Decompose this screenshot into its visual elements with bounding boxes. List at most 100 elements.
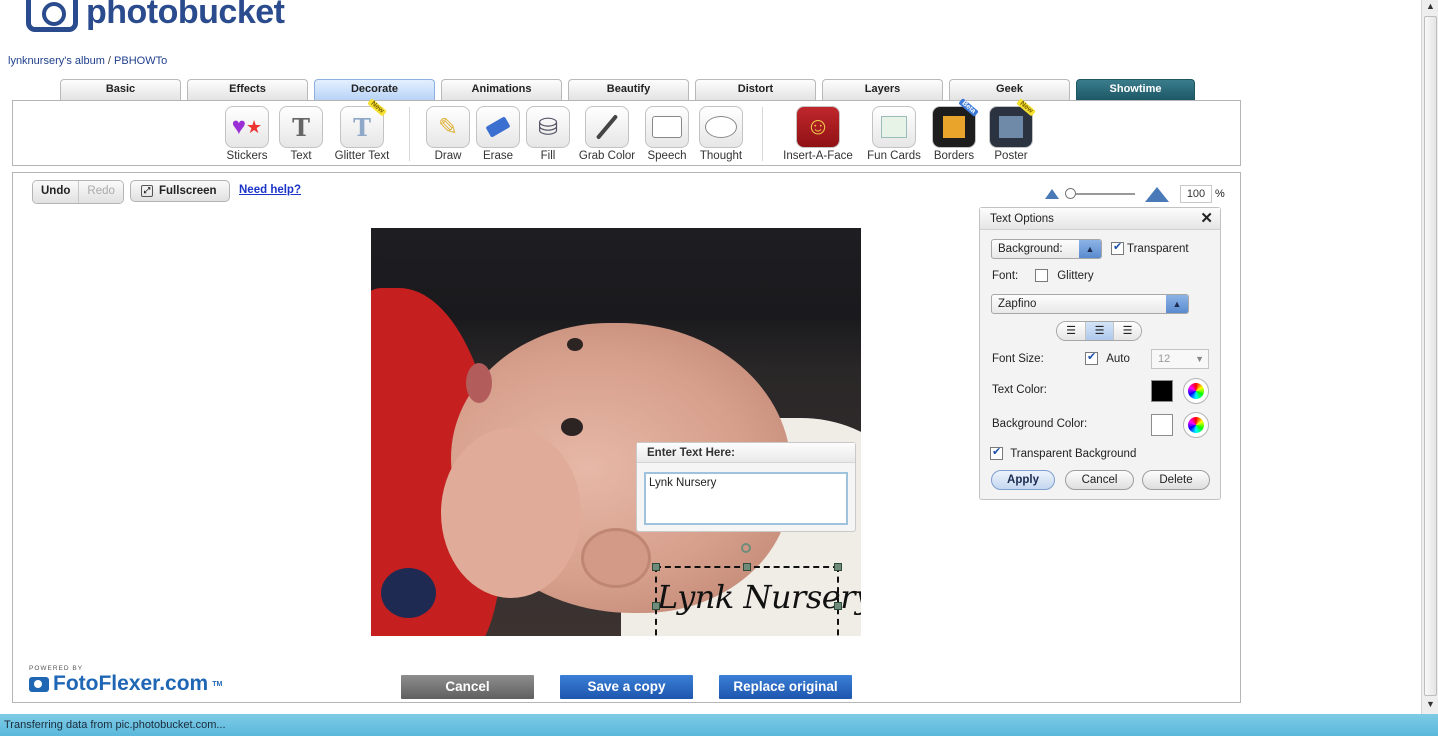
thought-tool[interactable]: Thought [686,106,756,162]
insert-a-face-tool[interactable]: ☺ Insert-A-Face [783,106,853,162]
text-color-swatch[interactable] [1151,380,1173,402]
transparent-label: Transparent [1127,243,1189,255]
status-bar: Transferring data from pic.photobucket.c… [0,714,1438,736]
page-scrollbar[interactable]: ▲ ▼ [1421,0,1438,714]
photo-navy-cloth [381,568,436,618]
powered-by-label: POWERED BY [29,665,84,672]
zoom-in-icon[interactable] [1145,186,1169,202]
auto-size-checkbox[interactable] [1085,350,1098,365]
save-copy-button[interactable]: Save a copy [560,675,693,699]
transparent-background-option[interactable]: Transparent Background [990,445,1137,460]
delete-text-button[interactable]: Delete [1142,470,1210,490]
fullscreen-icon: ⤢ [141,185,153,197]
transparent-checkbox[interactable] [1111,240,1124,255]
text-color-label: Text Color: [992,384,1047,396]
resize-handle[interactable] [834,563,842,571]
replace-original-button[interactable]: Replace original [719,675,852,699]
thought-label: Thought [699,150,743,162]
transparent-background-checkbox[interactable] [990,445,1003,460]
resize-handle[interactable] [834,602,842,610]
need-help-link[interactable]: Need help? [239,184,301,196]
toolbar-divider [409,107,410,161]
scroll-up-icon[interactable]: ▲ [1424,1,1437,14]
resize-handle[interactable] [743,563,751,571]
auto-size-label: Auto [1106,353,1130,365]
resize-handle[interactable] [652,602,660,610]
album-link[interactable]: lynknursery's album [8,55,105,67]
text-label: Text [290,150,312,162]
font-size-value: 12 [1158,353,1171,365]
new-badge: New [1015,98,1036,117]
align-left-icon[interactable]: ☰ [1057,322,1085,340]
undo-button[interactable]: Undo [33,181,79,203]
tab-animations[interactable]: Animations [441,79,562,100]
rotate-handle[interactable] [741,543,751,553]
tab-layers[interactable]: Layers [822,79,943,100]
background-select[interactable]: Background: ▲ [991,239,1102,259]
insert-a-face-label: Insert-A-Face [783,150,853,162]
editor-tabs: Basic Effects Decorate Animations Beauti… [60,79,1201,101]
redo-button[interactable]: Redo [78,181,123,203]
close-icon[interactable]: ✕ [1200,208,1213,230]
tab-showtime[interactable]: Showtime [1076,79,1195,100]
tab-geek[interactable]: Geek [949,79,1070,100]
zoom-input[interactable]: 100 [1180,185,1212,203]
photo-baby-ear [581,528,651,588]
glitter-text-tool[interactable]: T New Glitter Text [327,98,397,162]
auto-size-option[interactable]: Auto [1085,350,1130,365]
borders-icon: Beta [932,98,979,148]
enter-text-title: Enter Text Here: [637,443,855,463]
text-object-selection[interactable]: Lynk Nursery [652,563,861,636]
brand-name: photobucket [86,0,285,31]
font-select[interactable]: Zapfino ▲ [991,294,1189,314]
speech-bubble-icon [645,106,689,148]
thought-bubble-icon [699,106,743,148]
tab-distort[interactable]: Distort [695,79,816,100]
enter-text-input[interactable] [644,472,848,525]
editor-workarea: Undo Redo ⤢ Fullscreen Need help? 100 % … [12,172,1241,703]
text-tool[interactable]: T Text [266,106,336,162]
poster-label: Poster [994,150,1028,162]
fun-cards-icon [872,106,916,148]
resize-handle[interactable] [652,563,660,571]
fullscreen-button[interactable]: ⤢ Fullscreen [130,180,230,202]
camera-icon [29,676,49,692]
tab-basic[interactable]: Basic [60,79,181,100]
fullscreen-label: Fullscreen [159,185,217,197]
glittery-checkbox[interactable] [1035,269,1048,282]
photo-baby-eye [561,418,583,436]
fotoflexer-branding[interactable]: POWERED BY FotoFlexer.com TM [29,665,222,696]
zoom-slider[interactable] [1065,188,1135,199]
text-options-panel: Text Options ✕ Background: ▲ Transparent… [979,207,1221,500]
scrollbar-thumb[interactable] [1424,16,1437,696]
photobucket-logo[interactable]: photobucket [26,0,285,32]
text-options-title: Text Options [990,213,1054,225]
apply-button[interactable]: Apply [991,470,1055,490]
cancel-button[interactable]: Cancel [401,675,534,699]
poster-tool[interactable]: New Poster [976,98,1046,162]
align-right-icon[interactable]: ☰ [1113,322,1141,340]
tab-decorate[interactable]: Decorate [314,79,435,101]
font-size-select[interactable]: 12 ▼ [1151,349,1209,369]
alignment-group: ☰ ☰ ☰ [1056,321,1142,341]
scroll-down-icon[interactable]: ▼ [1424,699,1437,712]
breadcrumb-separator: / [107,55,111,67]
folder-link[interactable]: PBHOWTo [114,55,167,67]
chevron-down-icon: ▼ [1195,354,1204,364]
enter-text-popup: Enter Text Here: [636,442,856,532]
font-size-label: Font Size: [992,353,1044,365]
color-wheel-icon[interactable] [1183,378,1209,404]
zoom-out-icon[interactable] [1045,189,1059,199]
transparent-option[interactable]: Transparent [1111,240,1189,255]
glittery-option[interactable]: Glittery [1035,269,1094,282]
zoom-slider-knob[interactable] [1065,188,1076,199]
color-wheel-icon[interactable] [1183,412,1209,438]
transparent-background-label: Transparent Background [1010,448,1137,460]
photo-canvas[interactable]: Lynk Nursery [371,228,861,636]
eyedropper-icon [585,106,629,148]
cancel-text-button[interactable]: Cancel [1065,470,1134,490]
align-center-icon[interactable]: ☰ [1085,322,1113,340]
tab-effects[interactable]: Effects [187,79,308,100]
background-color-swatch[interactable] [1151,414,1173,436]
tab-beautify[interactable]: Beautify [568,79,689,100]
